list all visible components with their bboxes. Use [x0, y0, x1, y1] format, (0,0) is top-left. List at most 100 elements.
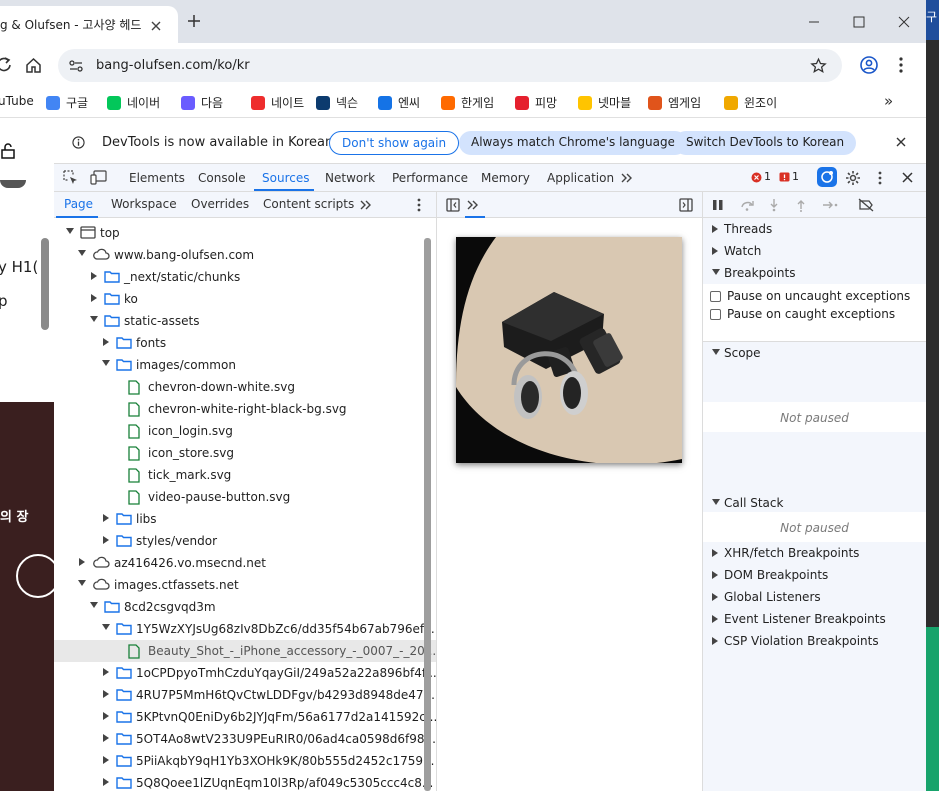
tree-scrollbar[interactable]	[424, 238, 431, 791]
step-into-icon[interactable]	[769, 198, 779, 212]
devtools-tab-memory[interactable]: Memory	[481, 171, 530, 185]
tree-item[interactable]: libs	[54, 508, 436, 530]
url-text[interactable]: bang-olufsen.com/ko/kr	[96, 58, 250, 73]
bookmark-item[interactable]: 다음	[181, 94, 223, 111]
tree-item[interactable]: icon_store.svg	[54, 442, 436, 464]
tree-item[interactable]: www.bang-olufsen.com	[54, 244, 436, 266]
error-icon[interactable]	[751, 172, 762, 183]
inspect-element-icon[interactable]	[63, 170, 78, 185]
navigator-tab-overrides[interactable]: Overrides	[191, 197, 249, 211]
tree-item[interactable]: images/common	[54, 354, 436, 376]
browser-menu-icon[interactable]	[898, 56, 904, 74]
expand-arrow-down-icon[interactable]	[78, 580, 86, 586]
close-window-icon[interactable]	[896, 14, 912, 30]
navigator-tab-content-scripts[interactable]: Content scripts	[263, 197, 354, 211]
step-out-icon[interactable]	[796, 198, 806, 212]
pause-uncaught-label[interactable]: Pause on uncaught exceptions	[727, 289, 910, 303]
more-tabs-icon[interactable]	[621, 173, 633, 183]
pause-caught-checkbox[interactable]	[710, 309, 721, 320]
tree-item[interactable]: 1Y5WzXYJsUg68zIv8DbZc6/dd35f54b67ab796ef…	[54, 618, 436, 640]
expand-arrow-right-icon[interactable]	[103, 338, 109, 346]
expand-arrow-right-icon[interactable]	[103, 756, 109, 764]
step-icon[interactable]	[822, 199, 838, 211]
close-tab-icon[interactable]	[150, 20, 162, 32]
bookmark-item[interactable]: 엠게임	[648, 94, 701, 111]
devtools-tab-elements[interactable]: Elements	[129, 171, 185, 185]
switch-to-korean-button[interactable]: Switch DevTools to Korean	[674, 131, 857, 155]
expand-arrow-right-icon[interactable]	[103, 734, 109, 742]
tree-item[interactable]: 4RU7P5MmH6tQvCtwLDDFgv/b4293d8948de47...	[54, 684, 436, 706]
expand-arrow-right-icon[interactable]	[103, 712, 109, 720]
banner-button[interactable]	[16, 554, 54, 598]
devtools-tab-console[interactable]: Console	[198, 171, 246, 185]
expand-arrow-down-icon[interactable]	[78, 250, 86, 256]
pause-icon[interactable]	[712, 199, 724, 211]
tree-item[interactable]: 8cd2csgvqd3m	[54, 596, 436, 618]
devtools-menu-icon[interactable]	[877, 170, 883, 186]
expand-arrow-right-icon[interactable]	[103, 514, 109, 522]
page-scrollbar[interactable]	[41, 238, 49, 330]
section-event-listener-breakpoints[interactable]: Event Listener Breakpoints	[703, 608, 926, 630]
toggle-navigator-icon[interactable]	[446, 198, 460, 212]
section-scope[interactable]: Scope	[703, 342, 926, 364]
tree-item[interactable]: tick_mark.svg	[54, 464, 436, 486]
bookmark-star-icon[interactable]	[810, 57, 827, 74]
expand-arrow-right-icon[interactable]	[103, 778, 109, 786]
address-bar[interactable]: bang-olufsen.com/ko/kr	[58, 49, 842, 82]
bookmark-item[interactable]: 넥슨	[316, 94, 358, 111]
bookmark-item[interactable]: 한게임	[441, 94, 494, 111]
settings-gear-icon[interactable]	[845, 170, 861, 186]
tree-item[interactable]: top	[54, 222, 436, 244]
tree-item[interactable]: styles/vendor	[54, 530, 436, 552]
expand-arrow-right-icon[interactable]	[103, 536, 109, 544]
error-count[interactable]: 1	[764, 170, 771, 183]
expand-arrow-down-icon[interactable]	[102, 360, 110, 366]
editor-more-tabs-icon[interactable]	[467, 200, 479, 210]
tree-item[interactable]: _next/static/chunks	[54, 266, 436, 288]
reload-icon[interactable]	[0, 56, 12, 74]
section-call-stack[interactable]: Call Stack	[703, 492, 926, 514]
navigator-menu-icon[interactable]	[416, 197, 422, 213]
expand-arrow-right-icon[interactable]	[79, 558, 85, 566]
section-watch[interactable]: Watch	[703, 240, 926, 262]
section-threads[interactable]: Threads	[703, 218, 926, 240]
tree-item[interactable]: 5PiiAkqbY9qH1Yb3XOHk9K/80b555d2452c1759.…	[54, 750, 436, 772]
ai-assistance-button[interactable]	[817, 167, 837, 187]
bookmark-item[interactable]: 피망	[515, 94, 557, 111]
close-devtools-icon[interactable]	[902, 172, 913, 183]
devtools-tab-application[interactable]: Application	[547, 171, 614, 185]
site-info-icon[interactable]	[68, 58, 84, 74]
bookmark-item[interactable]: 넷마블	[578, 94, 631, 111]
bookmark-item[interactable]: 네이버	[107, 94, 160, 111]
tree-item[interactable]: icon_login.svg	[54, 420, 436, 442]
pause-caught-label[interactable]: Pause on caught exceptions	[727, 307, 895, 321]
devtools-tab-performance[interactable]: Performance	[392, 171, 468, 185]
expand-arrow-down-icon[interactable]	[90, 316, 98, 322]
maximize-icon[interactable]	[851, 14, 867, 30]
tree-item[interactable]: 5KPtvnQ0EniDy6b2JYJqFm/56a6177d2a141592c…	[54, 706, 436, 728]
bookmark-item[interactable]: 엔씨	[378, 94, 420, 111]
navigator-tab-page[interactable]: Page	[64, 197, 93, 211]
toggle-debugger-icon[interactable]	[679, 198, 693, 212]
tree-item[interactable]: 5OT4Ao8wtV233U9PEuRIR0/06ad4ca0598d6f98.…	[54, 728, 436, 750]
deactivate-breakpoints-icon[interactable]	[858, 198, 874, 212]
home-icon[interactable]	[25, 57, 42, 74]
section-xhr-fetch-breakpoints[interactable]: XHR/fetch Breakpoints	[703, 542, 926, 564]
close-infobar-icon[interactable]	[896, 137, 906, 147]
minimize-icon[interactable]	[806, 14, 822, 30]
bookmark-item[interactable]: 네이트	[251, 94, 304, 111]
tree-item[interactable]: fonts	[54, 332, 436, 354]
section-breakpoints[interactable]: Breakpoints	[703, 262, 926, 284]
browser-tab[interactable]: g & Olufsen - 고사양 헤드	[0, 6, 178, 43]
issue-count[interactable]: 1	[792, 170, 799, 183]
expand-arrow-right-icon[interactable]	[103, 668, 109, 676]
profile-icon[interactable]	[860, 56, 878, 74]
device-toolbar-icon[interactable]	[90, 170, 107, 185]
tree-item[interactable]: images.ctfassets.net	[54, 574, 436, 596]
bookmark-item[interactable]: uTube	[0, 94, 34, 108]
devtools-tab-sources[interactable]: Sources	[262, 171, 309, 185]
tree-item[interactable]: video-pause-button.svg	[54, 486, 436, 508]
new-tab-icon[interactable]	[186, 13, 202, 29]
expand-arrow-right-icon[interactable]	[103, 690, 109, 698]
issues-icon[interactable]	[779, 172, 790, 183]
